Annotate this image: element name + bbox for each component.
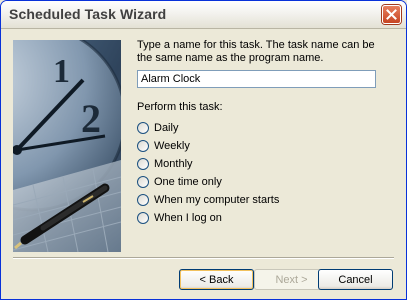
radio-monthly[interactable]: Monthly	[137, 156, 193, 171]
window-title: Scheduled Task Wizard	[9, 6, 167, 22]
radio-daily-label: Daily	[154, 121, 179, 134]
radio-monthly-label: Monthly	[154, 157, 193, 170]
radio-weekly-label: Weekly	[154, 139, 190, 152]
clock-and-pen-illustration: 1 2	[13, 40, 121, 252]
wizard-artwork: 1 2	[13, 40, 121, 252]
wizard-body: 1 2 Type a name for this task. The task …	[1, 29, 406, 299]
radio-button-circle[interactable]	[137, 157, 149, 170]
title-bar[interactable]: Scheduled Task Wizard	[1, 1, 406, 29]
svg-text:2: 2	[81, 96, 101, 141]
radio-button-circle[interactable]	[137, 121, 149, 134]
cancel-button[interactable]: Cancel	[318, 269, 393, 290]
radio-weekly[interactable]: Weekly	[137, 138, 190, 153]
radio-daily[interactable]: Daily	[137, 120, 178, 135]
radio-one-time[interactable]: One time only	[137, 174, 222, 189]
radio-log-on[interactable]: When I log on	[137, 210, 222, 225]
close-button[interactable]	[382, 5, 401, 24]
radio-button-circle[interactable]	[137, 175, 149, 188]
svg-text:1: 1	[53, 53, 70, 90]
instruction-text: Type a name for this task. The task name…	[137, 39, 375, 64]
back-button[interactable]: < Back	[179, 269, 254, 290]
footer-separator	[13, 257, 394, 259]
close-icon	[386, 9, 397, 20]
radio-computer-starts[interactable]: When my computer starts	[137, 192, 279, 207]
radio-button-circle[interactable]	[137, 211, 149, 224]
radio-computer-starts-label: When my computer starts	[154, 193, 280, 206]
perform-task-label: Perform this task:	[137, 101, 223, 113]
wizard-window: Scheduled Task Wizard 1 2 Type a name fo…	[0, 0, 407, 300]
radio-log-on-label: When I log on	[154, 211, 222, 224]
radio-one-time-label: One time only	[154, 175, 222, 188]
radio-button-circle[interactable]	[137, 139, 149, 152]
radio-button-circle[interactable]	[137, 193, 149, 206]
task-name-input[interactable]	[137, 70, 376, 88]
